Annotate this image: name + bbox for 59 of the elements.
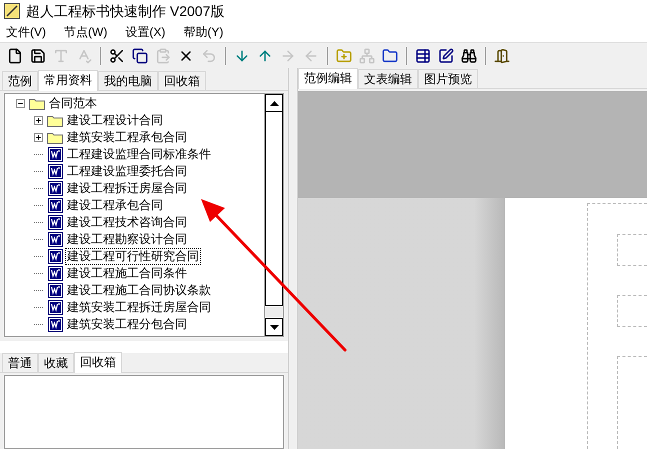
tree-item[interactable]: 建设工程技术咨询合同 — [65, 214, 189, 231]
tab[interactable]: 普通 — [2, 353, 38, 372]
menu-item[interactable]: 帮助(Y) — [183, 23, 224, 41]
document-icon — [48, 164, 62, 179]
expander-icon[interactable] — [16, 99, 24, 108]
document-icon — [48, 300, 62, 315]
document-icon — [48, 317, 62, 332]
tree-item[interactable]: 建设工程承包合同 — [65, 197, 165, 214]
tree-item[interactable]: 建筑安装工程拆迁房屋合同 — [65, 299, 213, 316]
folder-icon — [29, 97, 45, 110]
tab[interactable]: 范例编辑 — [298, 68, 358, 89]
scrollbar[interactable] — [264, 94, 283, 336]
tab[interactable]: 收藏 — [38, 353, 74, 372]
menu-item[interactable]: 设置(X) — [125, 23, 166, 41]
tab[interactable]: 图片预览 — [418, 69, 478, 88]
tree-item[interactable]: 合同范本 — [47, 95, 99, 112]
tree-item[interactable]: 建筑安装工程分包合同 — [65, 316, 189, 333]
copy-icon[interactable] — [131, 46, 149, 64]
document-icon — [48, 198, 62, 213]
tab[interactable]: 文表编辑 — [358, 69, 418, 88]
table-plus-icon[interactable] — [414, 46, 432, 64]
save-icon[interactable] — [29, 46, 47, 64]
tree-item[interactable]: 建设工程拆迁房屋合同 — [65, 180, 189, 197]
document-icon — [48, 147, 62, 162]
folder-icon — [47, 131, 63, 144]
document-icon — [48, 215, 62, 230]
scroll-up-icon[interactable] — [270, 100, 278, 106]
tree-item[interactable]: 建设工程施工合同协议条款 — [65, 282, 213, 299]
document-icon — [48, 266, 62, 281]
scroll-down-icon[interactable] — [270, 324, 278, 330]
tab[interactable]: 常用资料 — [38, 70, 98, 91]
tab[interactable]: 回收箱 — [74, 352, 122, 373]
tree-item[interactable]: 建设工程勘察设计合同 — [65, 231, 189, 248]
window-title: 超人工程标书快速制作 V2007版 — [26, 2, 224, 20]
tree-item[interactable]: 建筑安装工程承包合同 — [65, 129, 189, 146]
menu-item[interactable]: 文件(V) — [6, 23, 46, 41]
tree-item[interactable]: 建设工程可行性研究合同 — [65, 248, 201, 265]
tab[interactable]: 范例 — [2, 71, 38, 90]
folder-icon[interactable] — [381, 46, 399, 64]
expander-icon[interactable] — [34, 133, 42, 142]
tab[interactable]: 我的电脑 — [98, 71, 158, 90]
file-icon[interactable] — [6, 46, 24, 64]
tab[interactable]: 回收箱 — [158, 71, 206, 90]
app-icon — [4, 3, 20, 19]
folder-icon — [47, 114, 63, 127]
document-icon — [48, 249, 62, 264]
tree-item[interactable]: 工程建设监理委托合同 — [65, 163, 189, 180]
document-icon — [48, 232, 62, 247]
tree-item[interactable]: 工程建设监理合同标准条件 — [65, 146, 213, 163]
tree-item[interactable]: 建设工程施工合同条件 — [65, 265, 189, 282]
binoculars-icon[interactable] — [460, 46, 478, 64]
cut-icon[interactable] — [108, 46, 126, 64]
document-icon — [48, 283, 62, 298]
exit-door-icon[interactable] — [493, 46, 511, 64]
expander-icon[interactable] — [34, 116, 42, 125]
menu-item[interactable]: 节点(W) — [64, 23, 108, 41]
document-icon — [48, 181, 62, 196]
tree-item[interactable]: 建设工程设计合同 — [65, 112, 165, 129]
table-edit-icon[interactable] — [437, 46, 455, 64]
